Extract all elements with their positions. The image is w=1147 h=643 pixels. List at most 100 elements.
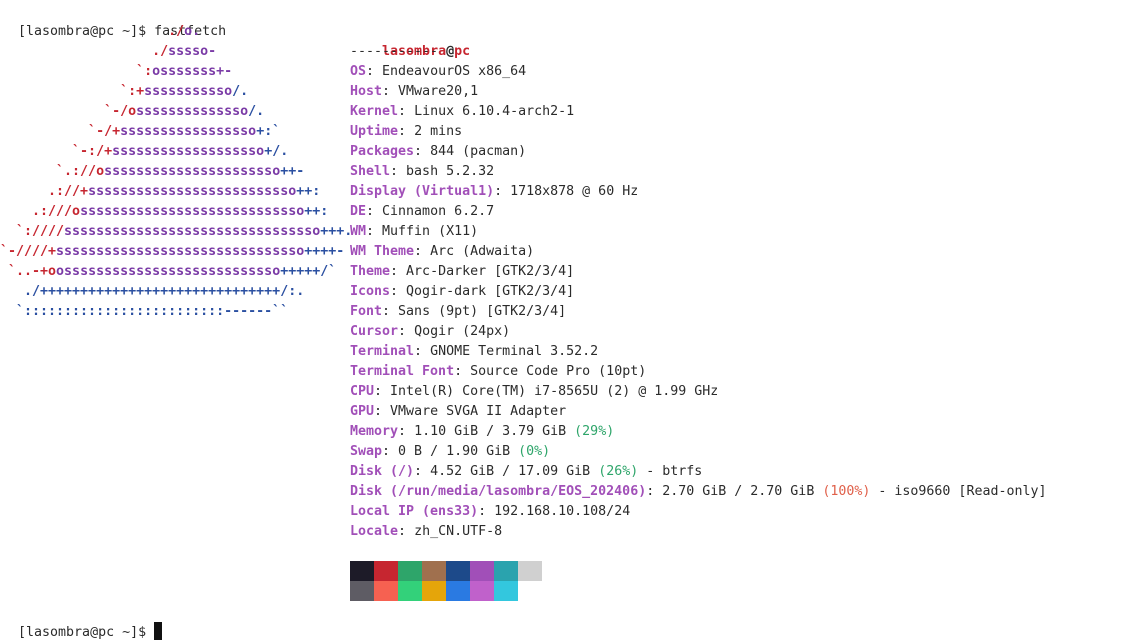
info-value: Source Code Pro (10pt) — [470, 364, 647, 379]
info-row: Shell: bash 5.2.32 — [350, 162, 494, 182]
info-value: zh_CN.UTF-8 — [414, 524, 503, 539]
info-row: GPU: VMware SVGA II Adapter — [350, 402, 566, 422]
text-cursor — [154, 622, 163, 640]
info-value-suffix: - btrfs — [638, 464, 703, 479]
logo-segment: /. — [248, 104, 265, 119]
logo-segment: +:` — [256, 124, 281, 139]
info-colon: : — [366, 204, 383, 219]
info-value: Qogir-dark [GTK2/3/4] — [406, 284, 575, 299]
info-colon: : — [390, 164, 407, 179]
palette-swatch — [374, 581, 398, 601]
info-colon: : — [382, 444, 399, 459]
info-key: Shell — [350, 164, 391, 179]
info-key: Locale — [350, 524, 399, 539]
logo-row: .://+ssssssssssssssssssssssssso++: — [0, 182, 320, 202]
logo-segment: ssssssssssssssssssssso — [104, 164, 281, 179]
logo-segment: sssssssssso — [144, 84, 233, 99]
logo-segment: ./ — [0, 24, 185, 39]
logo-segment: ++- — [280, 164, 305, 179]
info-value: EndeavourOS x86_64 — [382, 64, 527, 79]
info-value: Sans (9pt) [GTK2/3/4] — [398, 304, 567, 319]
logo-row: `:osssssss+- — [0, 62, 232, 82]
logo-segment: sssssssssssssssssssssssssssssso — [56, 244, 305, 259]
info-value: Cinnamon 6.2.7 — [382, 204, 495, 219]
info-colon: : — [398, 424, 415, 439]
info-row: Locale: zh_CN.UTF-8 — [350, 522, 502, 542]
info-colon: : — [494, 184, 511, 199]
info-key: OS — [350, 64, 367, 79]
prompt-line-bottom[interactable]: [lasombra@pc ~]$ — [2, 602, 163, 640]
info-colon: : — [398, 124, 415, 139]
palette-swatch — [518, 561, 542, 581]
logo-segment: ssssssssssssssssssssssssso — [88, 184, 297, 199]
info-colon: : — [646, 484, 663, 499]
info-colon: : — [398, 524, 415, 539]
terminal-window[interactable]: { "prompt_top": { "prompt": "[lasombra@p… — [0, 0, 1147, 640]
logo-segment: sssso- — [168, 44, 217, 59]
info-colon: : — [374, 384, 391, 399]
info-value: Arc-Darker [GTK2/3/4] — [406, 264, 575, 279]
logo-segment: sssssssssssssssso — [120, 124, 257, 139]
logo-segment: o. — [184, 24, 201, 39]
prompt-text: [lasombra@pc ~]$ — [18, 625, 155, 640]
logo-segment: `://// — [0, 224, 65, 239]
info-key: Icons — [350, 284, 391, 299]
logo-segment: ./++++++++++++++++++++++++++++++/:. — [0, 284, 305, 299]
info-row: Terminal: GNOME Terminal 3.52.2 — [350, 342, 598, 362]
info-row: Host: VMware20,1 — [350, 82, 478, 102]
logo-segment: ++: — [296, 184, 321, 199]
info-row: Disk (/run/media/lasombra/EOS_202406): 2… — [350, 482, 1047, 502]
info-row: Theme: Arc-Darker [GTK2/3/4] — [350, 262, 574, 282]
logo-segment: osssssss+- — [152, 64, 233, 79]
logo-segment: `:+ — [0, 84, 145, 99]
logo-segment: .://+ — [0, 184, 89, 199]
logo-row: .:///ossssssssssssssssssssssssssso++: — [0, 202, 328, 222]
info-key: CPU — [350, 384, 375, 399]
logo-segment: +++++/` — [280, 264, 337, 279]
palette-swatch — [446, 581, 470, 601]
info-value: GNOME Terminal 3.52.2 — [430, 344, 599, 359]
info-key: Kernel — [350, 104, 399, 119]
info-key: Terminal — [350, 344, 415, 359]
logo-segment: `..-+o — [0, 264, 57, 279]
logo-row: `:::::::::::::::::::::::::------`` — [0, 302, 288, 322]
logo-row: `-/+sssssssssssssssso+:` — [0, 122, 280, 142]
palette-swatch — [422, 581, 446, 601]
usage-percentage: (26%) — [598, 464, 639, 479]
info-row: Icons: Qogir-dark [GTK2/3/4] — [350, 282, 574, 302]
info-row: Packages: 844 (pacman) — [350, 142, 526, 162]
logo-row: `-:/+sssssssssssssssssso+/. — [0, 142, 288, 162]
logo-segment: .:///o — [0, 204, 81, 219]
info-value: 4.52 GiB / 17.09 GiB — [430, 464, 599, 479]
palette-swatch — [470, 581, 494, 601]
info-value: Qogir (24px) — [414, 324, 511, 339]
info-colon: : — [414, 464, 431, 479]
logo-row: `-/ossssssssssssso/. — [0, 102, 264, 122]
usage-percentage: (100%) — [822, 484, 871, 499]
info-value: VMware SVGA II Adapter — [390, 404, 567, 419]
info-value: 0 B / 1.90 GiB — [398, 444, 519, 459]
logo-segment: ssssssssssssssssssssssssssssssso — [64, 224, 321, 239]
info-colon: : — [414, 344, 431, 359]
info-value: Muffin (X11) — [382, 224, 479, 239]
title-at: @ — [446, 44, 455, 59]
info-colon: : — [414, 244, 431, 259]
palette-swatch — [398, 561, 422, 581]
logo-segment: ssssssssssssssssssssssssssso — [80, 204, 305, 219]
info-key: Disk (/) — [350, 464, 415, 479]
info-value: 844 (pacman) — [430, 144, 527, 159]
palette-swatch — [494, 581, 518, 601]
info-colon: : — [390, 284, 407, 299]
logo-row: ./++++++++++++++++++++++++++++++/:. — [0, 282, 304, 302]
info-colon: : — [454, 364, 471, 379]
info-row: Disk (/): 4.52 GiB / 17.09 GiB (26%) - b… — [350, 462, 702, 482]
info-row: Swap: 0 B / 1.90 GiB (0%) — [350, 442, 550, 462]
info-colon: : — [414, 144, 431, 159]
info-key: Memory — [350, 424, 399, 439]
logo-row: `-////+sssssssssssssssssssssssssssssso++… — [0, 242, 344, 262]
info-key: DE — [350, 204, 367, 219]
logo-segment: ++: — [304, 204, 329, 219]
usage-percentage: (0%) — [518, 444, 551, 459]
info-key: Disk (/run/media/lasombra/EOS_202406) — [350, 484, 647, 499]
logo-segment: +/. — [264, 144, 289, 159]
